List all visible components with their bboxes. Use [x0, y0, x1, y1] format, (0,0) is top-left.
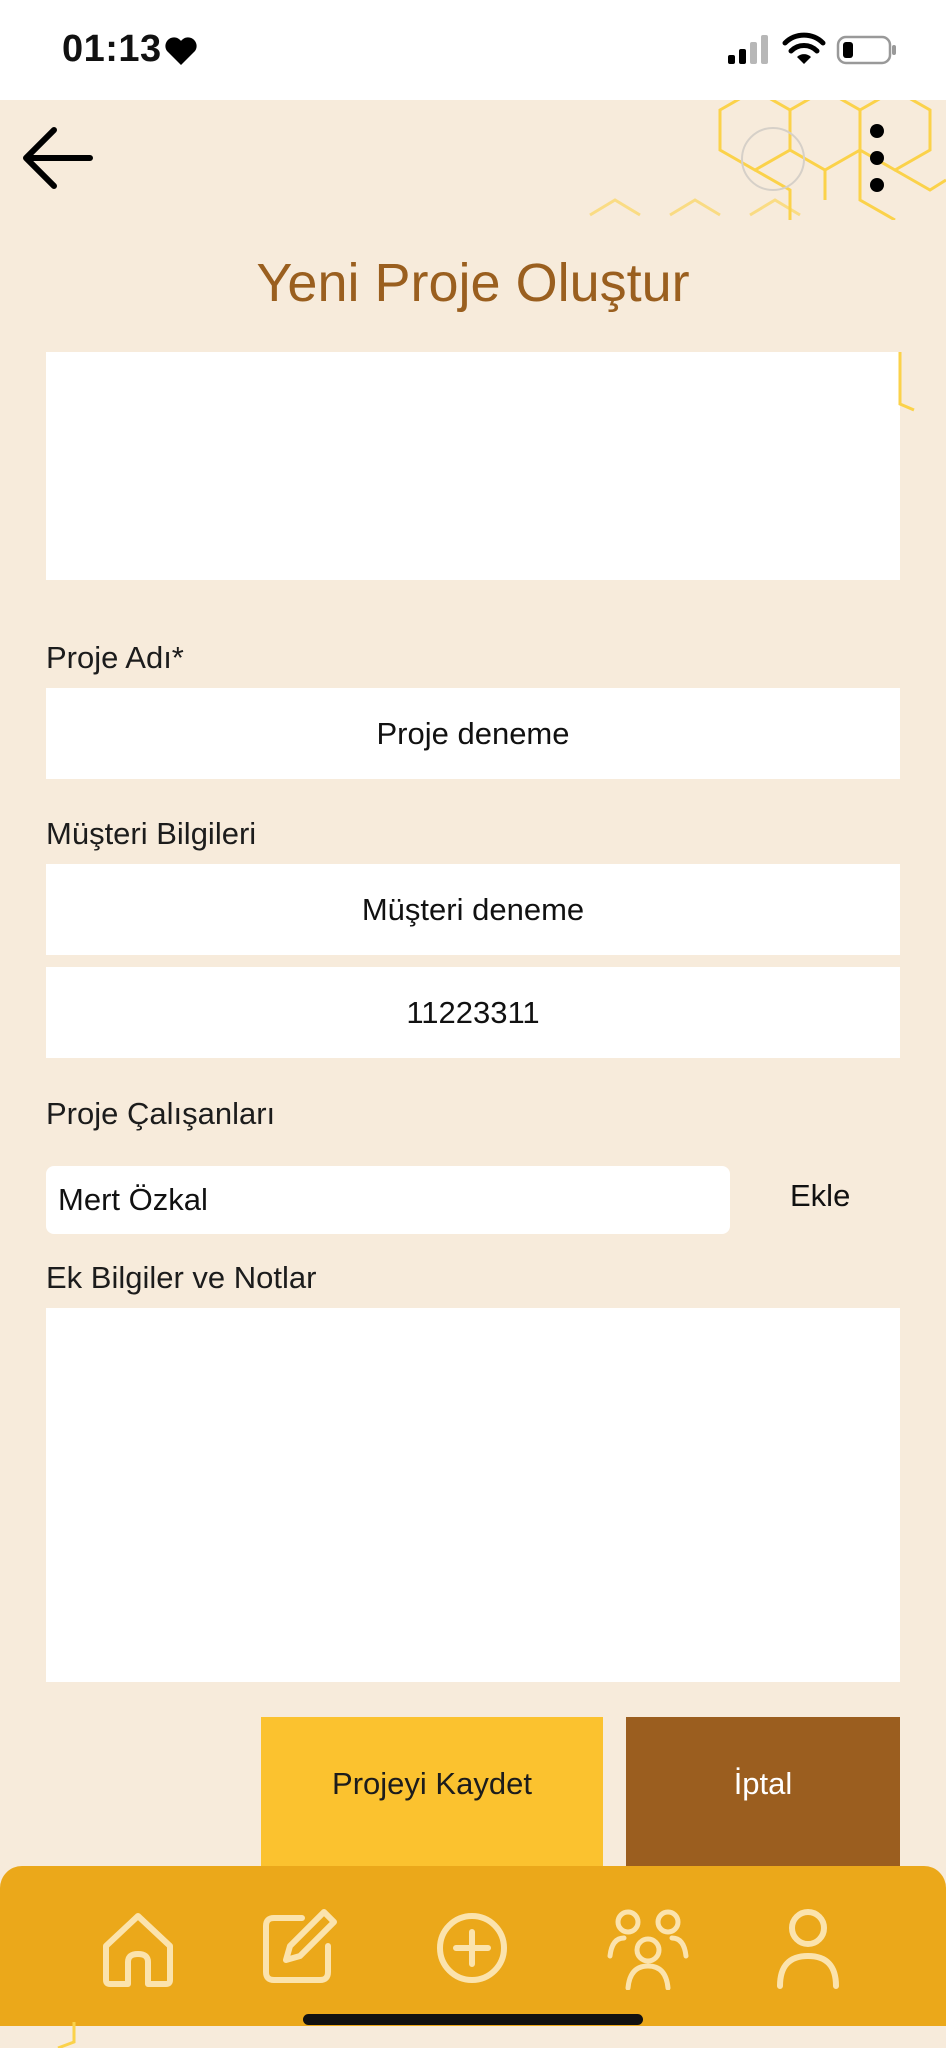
back-arrow-icon[interactable]	[18, 118, 98, 198]
customer-phone-input[interactable]	[46, 967, 900, 1058]
more-vertical-icon[interactable]	[858, 118, 898, 198]
status-bar: 01:13	[0, 0, 946, 100]
project-name-label: Proje Adı*	[46, 640, 184, 675]
save-project-button[interactable]: Projeyi Kaydet	[261, 1717, 603, 1867]
decorative-circle	[741, 127, 805, 191]
worker-input[interactable]	[46, 1166, 730, 1234]
add-worker-button[interactable]: Ekle	[790, 1178, 850, 1214]
team-icon[interactable]	[606, 1906, 690, 1990]
honeycomb-decoration	[898, 352, 915, 412]
home-indicator[interactable]	[303, 2014, 643, 2025]
honeycomb-decoration	[57, 2022, 76, 2048]
profile-icon[interactable]	[766, 1906, 850, 1990]
project-name-input[interactable]	[46, 688, 900, 779]
edit-icon[interactable]	[256, 1906, 340, 1990]
battery-icon	[836, 35, 896, 65]
page-title: Yeni Proje Oluştur	[256, 253, 690, 313]
cellular-signal-icon	[728, 35, 768, 64]
bottom-navigation	[0, 1866, 946, 2026]
project-image-area[interactable]	[46, 352, 900, 580]
customer-name-input[interactable]	[46, 864, 900, 955]
cancel-button[interactable]: İptal	[626, 1717, 900, 1867]
heart-icon	[165, 37, 197, 65]
customer-info-label: Müşteri Bilgileri	[46, 816, 257, 851]
status-time: 01:13	[62, 28, 162, 70]
notes-textarea[interactable]	[46, 1308, 900, 1682]
notes-label: Ek Bilgiler ve Notlar	[46, 1260, 317, 1295]
add-circle-icon[interactable]	[430, 1906, 514, 1990]
wifi-icon	[782, 32, 826, 64]
home-icon[interactable]	[96, 1906, 180, 1990]
project-workers-label: Proje Çalışanları	[46, 1096, 276, 1131]
